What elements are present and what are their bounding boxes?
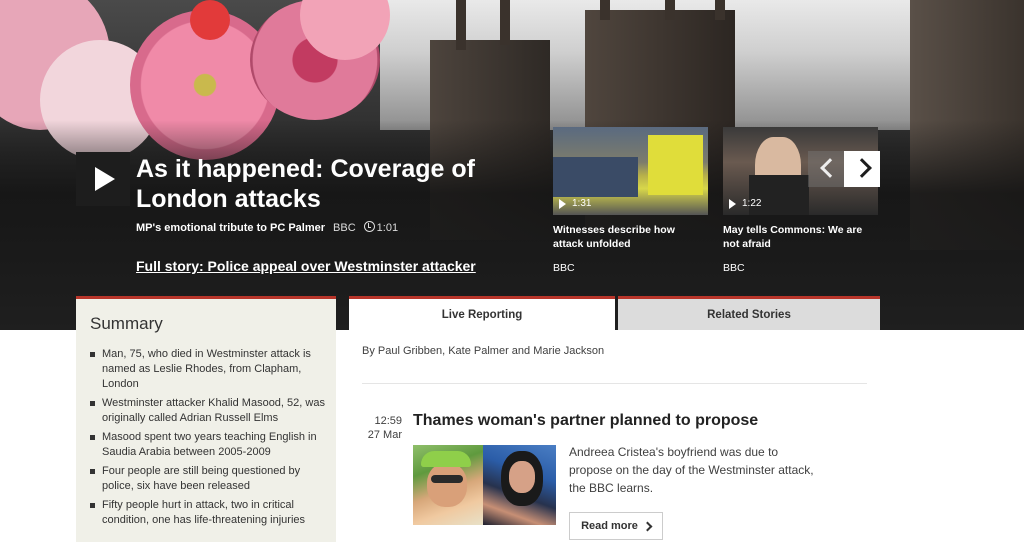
divider xyxy=(362,383,867,384)
video-source: BBC xyxy=(723,262,745,274)
hero-meta: MP's emotional tribute to PC Palmer BBC … xyxy=(136,221,398,234)
post-time: 12:59 xyxy=(374,415,402,427)
video-subtitle: MP's emotional tribute to PC Palmer xyxy=(136,221,326,234)
video-title[interactable]: May tells Commons: We are not afraid xyxy=(723,223,878,251)
video-duration: 1:01 xyxy=(376,222,399,234)
video-source: BBC xyxy=(553,262,575,274)
chevron-right-icon xyxy=(642,521,653,531)
post-image xyxy=(413,445,556,525)
full-story-link[interactable]: Full story: Police appeal over Westminst… xyxy=(136,258,476,274)
byline: By Paul Gribben, Kate Palmer and Marie J… xyxy=(362,345,605,357)
summary-item: Masood spent two years teaching English … xyxy=(90,430,330,460)
post-title: Thames woman's partner planned to propos… xyxy=(413,412,759,429)
play-button[interactable] xyxy=(76,152,130,206)
page: As it happened: Coverage of London attac… xyxy=(0,0,1024,542)
hero-banner: As it happened: Coverage of London attac… xyxy=(0,0,1024,330)
hero-spire xyxy=(715,0,725,20)
video-duration-group: 1:01 xyxy=(363,221,399,234)
read-more-button[interactable]: Read more xyxy=(569,512,663,540)
summary-item: Four people are still being questioned b… xyxy=(90,464,330,494)
video-card[interactable]: 1:22 May tells Commons: We are not afrai… xyxy=(723,127,878,274)
hero-headline[interactable]: As it happened: Coverage of London attac… xyxy=(136,154,496,214)
summary-list: Man, 75, who died in Westminster attack … xyxy=(90,347,330,532)
clock-icon xyxy=(363,221,375,232)
summary-item: Westminster attacker Khalid Masood, 52, … xyxy=(90,396,330,426)
post-text: Andreea Cristea's boyfriend was due to p… xyxy=(569,445,814,495)
hero-spire xyxy=(600,0,610,20)
hero-spire xyxy=(456,0,466,50)
play-icon xyxy=(559,198,566,209)
tab-related-stories[interactable]: Related Stories xyxy=(618,296,880,330)
summary-item: Fifty people hurt in attack, two in crit… xyxy=(90,498,330,528)
tab-live-reporting[interactable]: Live Reporting xyxy=(349,296,615,330)
carousel-prev-button[interactable] xyxy=(808,151,844,187)
video-duration-label: 1:22 xyxy=(729,198,761,209)
play-icon xyxy=(729,198,736,209)
hero-spire xyxy=(500,0,510,45)
video-source: BBC xyxy=(333,221,356,234)
summary-title: Summary xyxy=(90,314,163,333)
post-date: 27 Mar xyxy=(367,429,402,441)
video-card[interactable]: 1:31 Witnesses describe how attack unfol… xyxy=(553,127,708,274)
summary-panel: Summary Man, 75, who died in Westminster… xyxy=(76,296,336,542)
video-duration-label: 1:31 xyxy=(559,198,591,209)
hero-spire xyxy=(665,0,675,20)
video-thumbnail[interactable]: 1:31 xyxy=(553,127,708,215)
video-title[interactable]: Witnesses describe how attack unfolded xyxy=(553,223,708,251)
summary-item: Man, 75, who died in Westminster attack … xyxy=(90,347,330,392)
read-more-label: Read more xyxy=(581,520,638,532)
post-timestamp: 12:59 27 Mar xyxy=(362,414,402,442)
carousel-next-button[interactable] xyxy=(844,151,880,187)
